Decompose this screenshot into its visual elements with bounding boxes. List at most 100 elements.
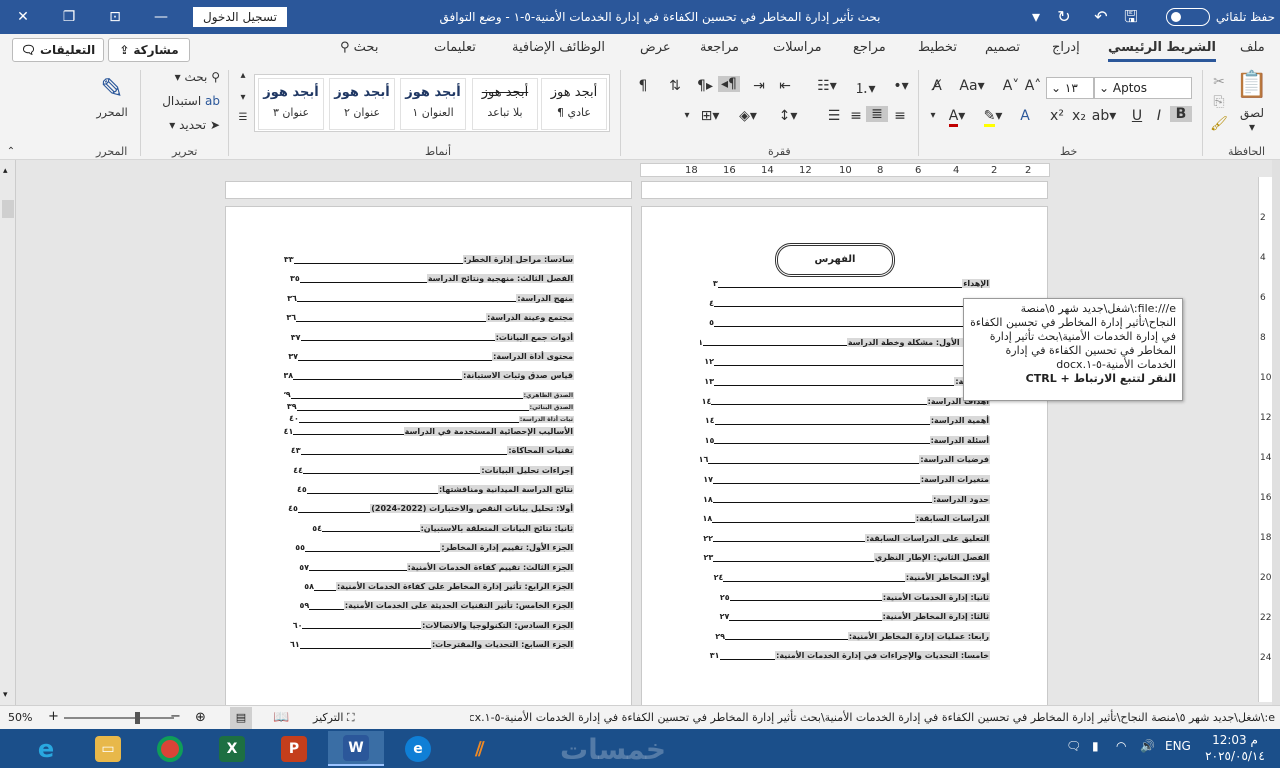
increase-indent-icon[interactable]: ⇥ [748, 78, 770, 94]
zoom-slider-thumb[interactable] [135, 712, 140, 724]
find-button[interactable]: ▾ بحث ⚲ [150, 70, 220, 84]
clear-formatting-icon[interactable]: A̸ [926, 78, 948, 94]
line-spacing-icon[interactable]: ↕▾ [774, 108, 802, 124]
multilevel-list-icon[interactable]: ☷▾ [812, 78, 842, 94]
style-normal[interactable]: أبجد هوز ¶ عادي [541, 78, 607, 130]
close-button[interactable]: ✕ [0, 0, 46, 34]
vertical-scrollbar[interactable] [1272, 160, 1280, 705]
taskbar-ie[interactable]: e [18, 731, 74, 766]
tab-view[interactable]: عرض [640, 40, 671, 62]
read-mode-icon[interactable]: 📖 [273, 710, 289, 725]
cut-icon[interactable]: ✂ [1210, 74, 1228, 90]
save-icon[interactable]: 🖫 [1120, 6, 1142, 28]
copy-icon[interactable]: ⎘ [1210, 94, 1228, 110]
align-left-icon[interactable]: ≡ [846, 108, 866, 124]
taskbar-powerpoint[interactable]: P [266, 731, 322, 766]
more-font-options-icon[interactable]: ▾ [926, 110, 940, 121]
web-layout-icon[interactable]: ⊕ [195, 710, 206, 725]
toc-entry[interactable]: فرضيات الدراسة: ١٦ [700, 454, 990, 466]
justify-icon[interactable]: ☰ [824, 108, 844, 124]
taskbar-explorer[interactable]: ▭ [80, 731, 136, 766]
toc-entry[interactable]: ثانيا: إدارة الخدمات الأمنية: ٢٥ [700, 592, 990, 604]
tab-file[interactable]: ملف [1240, 40, 1265, 62]
styles-scroll-down-icon[interactable]: ▾ [236, 92, 250, 103]
strikethrough-icon[interactable]: ab▾ [1090, 108, 1118, 124]
zoom-level[interactable]: 50% [8, 711, 32, 724]
toc-entry[interactable]: الجزء الثالث: تقييم كفاءة الخدمات الأمني… [284, 562, 574, 574]
zoom-in-icon[interactable]: + [48, 709, 59, 724]
rtl-direction-icon[interactable]: ◂¶ [718, 76, 740, 92]
toc-entry[interactable]: ثالثا: إدارة المخاطر الأمنية: ٢٧ [700, 611, 990, 623]
tab-review[interactable]: مراجعة [700, 40, 739, 62]
editor-button-label[interactable]: المحرر [90, 106, 134, 119]
toc-entry[interactable]: أهمية الدراسة: ١٤ [700, 415, 990, 427]
change-case-icon[interactable]: Aa▾ [954, 78, 990, 94]
pilcrow-icon[interactable]: ¶ [634, 78, 652, 94]
shrink-font-icon[interactable]: A˅ [1002, 78, 1020, 94]
tab-help[interactable]: تعليمات [434, 40, 476, 62]
vertical-ruler[interactable]: 2 4 6 8 10 12 14 16 18 20 22 24 [1258, 177, 1272, 702]
subscript-icon[interactable]: x₂ [1070, 108, 1088, 124]
customize-qat-icon[interactable]: ▾ [1025, 6, 1047, 28]
toc-entry[interactable]: الأساليب الإحصائية المستخدمة في الدراسة ٤… [284, 426, 574, 438]
more-paragraph-options-icon[interactable]: ▾ [680, 110, 694, 121]
paste-icon[interactable]: 📋 [1234, 70, 1270, 100]
language-indicator[interactable]: ENG [1165, 739, 1191, 753]
toc-entry[interactable]: الصدق الظاهري: ٣٩ [284, 390, 574, 399]
toc-entry[interactable]: الفصل الأول: مشكلة وخطة الدراسة١١ [700, 337, 990, 349]
document-title[interactable]: بحث تأثير إدارة المخاطر في تحسين الكفاءة… [420, 0, 900, 34]
taskbar-word[interactable]: W [328, 731, 384, 766]
tab-mailings[interactable]: مراسلات [773, 40, 822, 62]
tab-design[interactable]: تصميم [985, 40, 1020, 62]
volume-icon[interactable]: 🔊 [1140, 739, 1155, 753]
sort-icon[interactable]: ⇅ [664, 78, 686, 94]
comments-button[interactable]: 🗨 التعليقات [12, 38, 104, 62]
ltr-direction-icon[interactable]: ¶▸ [694, 78, 716, 94]
toc-entry[interactable]: الفصل الثاني: الإطار النظري ٢٣ [700, 552, 990, 564]
minimize-button[interactable]: — [138, 0, 184, 34]
editor-icon[interactable]: ✎ [92, 72, 132, 105]
toc-entry[interactable]: خامسا: التحديات والإجراءات في إدارة الخد… [700, 650, 990, 662]
styles-more-icon[interactable]: ☰ [236, 112, 250, 123]
autosave-toggle[interactable] [1165, 8, 1210, 26]
toc-entry[interactable]: الجزء السادس: التكنولوجيا والاتصالات: ٦٠ [284, 620, 574, 632]
highlight-icon[interactable]: ✎▾ [978, 108, 1008, 127]
taskbar-app[interactable]: ⫽ [452, 731, 508, 766]
toc-entry[interactable]: تقنيات المحاكاة: ٤٣ [284, 445, 574, 457]
toc-entry[interactable]: الدراسة:١٣ [700, 376, 990, 388]
shading-icon[interactable]: ◈▾ [734, 108, 762, 124]
select-button[interactable]: ▾ تحديد ➤ [150, 118, 220, 132]
scroll-thumb[interactable] [2, 200, 14, 218]
taskbar-edge[interactable]: e [390, 731, 446, 766]
taskbar-chrome[interactable] [142, 731, 198, 766]
signin-button[interactable]: تسجيل الدخول [193, 7, 287, 27]
zoom-slider[interactable] [64, 717, 174, 719]
style-heading-1[interactable]: أبجد هوز العنوان ١ [400, 78, 466, 130]
align-center-icon[interactable]: ≣ [866, 106, 888, 122]
style-no-spacing[interactable]: أبجد هوز بلا تباعد [472, 78, 538, 130]
toc-entry[interactable]: الجزء السابع: التحديات والمقترحات: ٦١ [284, 639, 574, 651]
focus-button[interactable]: التركيز ⛶ [313, 711, 355, 725]
toc-entry[interactable]: أولا: تحليل بيانات النقص والاختبارات (20… [284, 503, 574, 515]
restore-button[interactable]: ❐ [46, 0, 92, 34]
numbering-icon[interactable]: ⒈▾ [850, 78, 880, 98]
decrease-indent-icon[interactable]: ⇤ [774, 78, 796, 94]
toc-entry[interactable]: سادسا: مراحل إدارة الخطر: ٣٣ [284, 254, 574, 266]
taskbar-excel[interactable]: X [204, 731, 260, 766]
tab-insert[interactable]: إدراج [1052, 40, 1080, 62]
replace-button[interactable]: استبدال ab [150, 94, 220, 108]
align-right-icon[interactable]: ≡ [890, 108, 910, 124]
toc-entry[interactable]: مجتمع وعينة الدراسة: ٣٦ [284, 312, 574, 324]
toc-entry[interactable]: ٥ [700, 317, 990, 329]
toc-entry[interactable]: الصدق البنائي: ٣٩ [284, 402, 574, 411]
toc-entry[interactable]: أهداف الدراسة:١٤ [700, 396, 990, 408]
italic-icon[interactable]: I [1150, 108, 1168, 124]
toc-entry[interactable]: الجزء الخامس: تأثير التقنيات الحديثة على… [284, 600, 574, 612]
toc-entry[interactable]: نتائج الدراسة الميدانية ومناقشتها: ٤٥ [284, 484, 574, 496]
paste-button-label[interactable]: لصق ▾ [1234, 106, 1270, 134]
toc-entry[interactable]: ٤ [700, 298, 990, 310]
toc-entry[interactable]: ثبات أداة الدراسة: ٤٠ [284, 414, 574, 423]
text-effects-icon[interactable]: A [1014, 108, 1036, 124]
notification-icon[interactable]: 🗨 [1066, 739, 1081, 753]
print-layout-icon[interactable]: ▤ [230, 707, 252, 729]
